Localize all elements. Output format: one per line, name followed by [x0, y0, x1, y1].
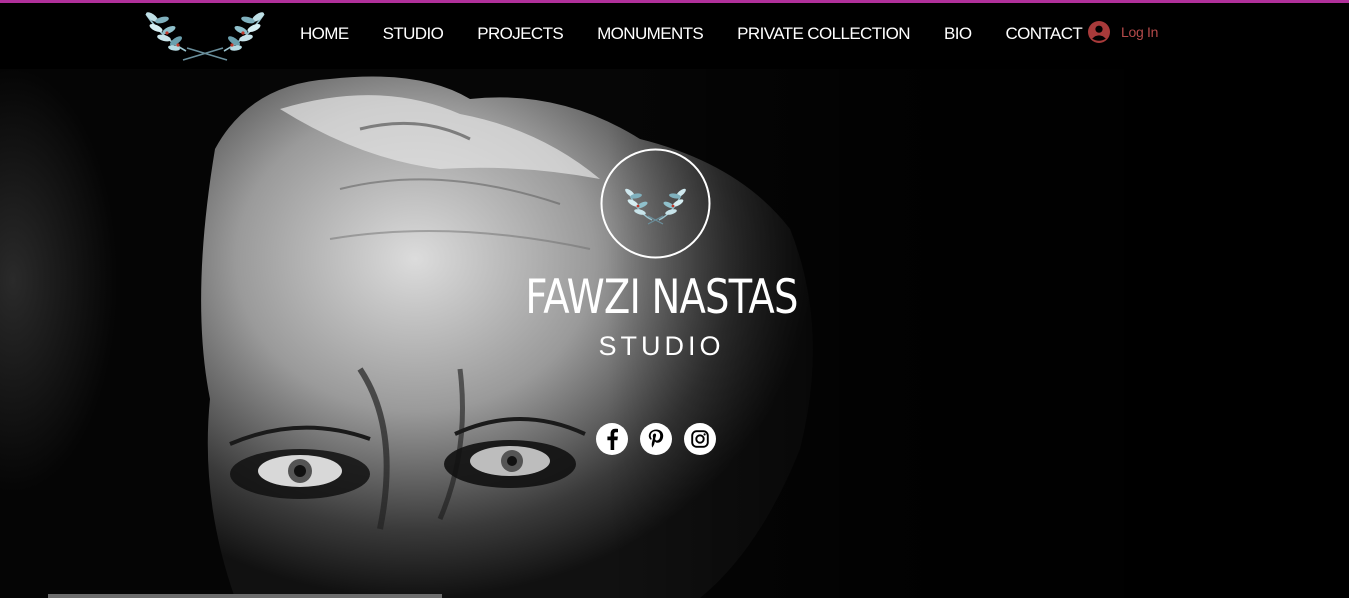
nav-monuments[interactable]: MONUMENTS [597, 24, 704, 44]
nav-bio[interactable]: BIO [944, 24, 972, 44]
social-bar [596, 423, 716, 455]
nav-home[interactable]: HOME [300, 24, 349, 44]
pinterest-icon[interactable] [640, 423, 672, 455]
nav-contact[interactable]: CONTACT [1005, 24, 1082, 44]
nav-private-collection[interactable]: PRIVATE COLLECTION [737, 24, 910, 44]
nav-studio[interactable]: STUDIO [383, 24, 444, 44]
nav-projects[interactable]: PROJECTS [477, 24, 563, 44]
login-label: Log In [1121, 24, 1159, 40]
main-nav: HOME STUDIO PROJECTS MONUMENTS PRIVATE C… [300, 3, 1083, 65]
hero-title: FAWZI NASTAS [525, 270, 798, 325]
laurel-wreath-icon [600, 148, 711, 259]
instagram-icon[interactable] [684, 423, 716, 455]
horizontal-scrollbar[interactable] [48, 594, 442, 598]
user-avatar-icon [1088, 21, 1110, 43]
login-button[interactable]: Log In [1088, 21, 1158, 43]
facebook-icon[interactable] [596, 423, 628, 455]
hero-subtitle: STUDIO [598, 331, 725, 361]
hero-background-image: FAWZI NASTAS STUDIO [0, 69, 1349, 598]
laurel-wreath-icon[interactable] [138, 6, 272, 64]
site-header: HOME STUDIO PROJECTS MONUMENTS PRIVATE C… [0, 3, 1349, 69]
